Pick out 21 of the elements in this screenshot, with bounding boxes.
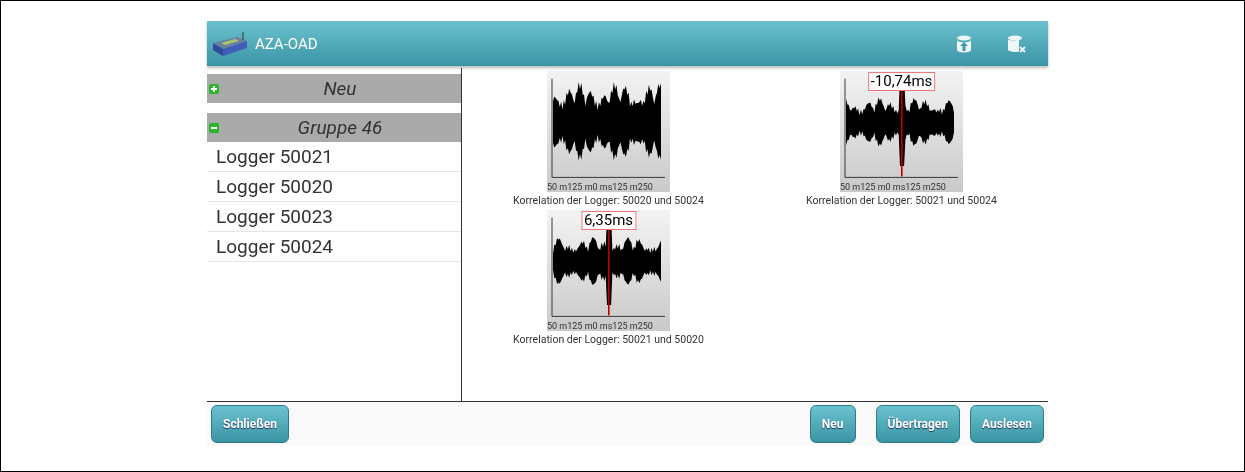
expand-icon[interactable] <box>209 83 219 94</box>
axis-labels: 50 m125 m0 ms125 m250 <box>840 183 946 192</box>
logger-item[interactable]: Logger 50021 <box>207 142 461 172</box>
plot-caption: Korrelation der Logger: 50020 und 50024 <box>513 194 704 207</box>
group-label: Gruppe 46 <box>296 116 384 139</box>
axis-labels: 50 m125 m0 ms125 m250 <box>547 183 653 192</box>
collapse-icon[interactable] <box>209 122 219 133</box>
logger-item[interactable]: Logger 50023 <box>207 202 461 232</box>
app-title: AZA-OAD <box>255 34 318 53</box>
axis-labels: 50 m125 m0 ms125 m250 <box>547 322 653 331</box>
database-delete-icon[interactable] <box>1006 33 1026 54</box>
delay-label: 6,35ms <box>580 211 637 230</box>
group-header[interactable]: Gruppe 46 <box>207 113 461 142</box>
database-upload-icon[interactable] <box>954 33 974 54</box>
plot-caption: Korrelation der Logger: 50021 und 50024 <box>806 194 997 207</box>
delay-label: -10,74ms <box>867 72 936 91</box>
plot-caption: Korrelation der Logger: 50021 und 50020 <box>513 333 704 346</box>
group-header[interactable]: Neu <box>207 74 461 103</box>
logger-item[interactable]: Logger 50024 <box>207 232 461 262</box>
group-label: Neu <box>322 77 358 100</box>
logger-item[interactable]: Logger 50020 <box>207 172 461 202</box>
